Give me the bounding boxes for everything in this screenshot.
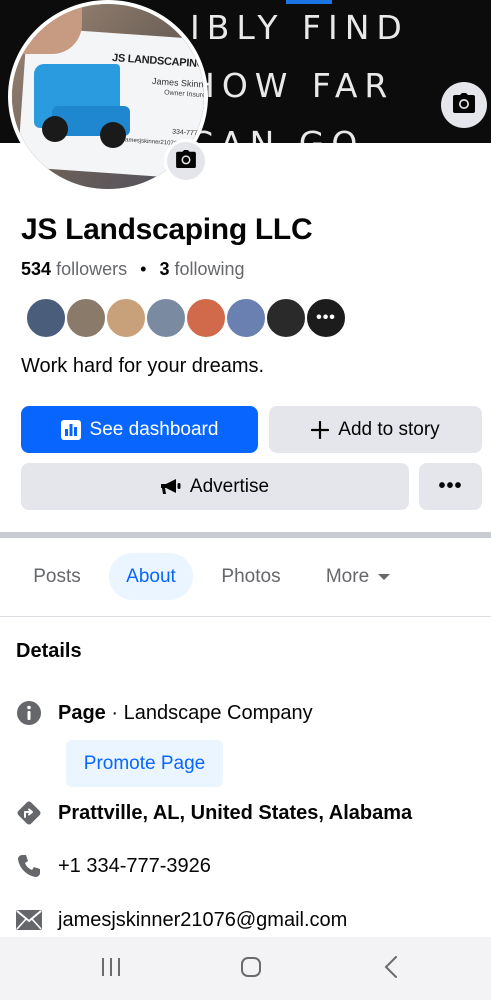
recents-icon xyxy=(100,957,122,982)
followers-label[interactable]: followers xyxy=(56,259,127,279)
directions-icon xyxy=(16,800,42,826)
advertise-label: Advertise xyxy=(189,475,270,497)
page-bio: Work hard for your dreams. xyxy=(21,355,265,377)
tab-photos[interactable]: Photos xyxy=(206,553,296,600)
camera-icon xyxy=(453,92,475,118)
see-dashboard-button[interactable]: See dashboard xyxy=(21,406,258,453)
promote-page-button[interactable]: Promote Page xyxy=(66,740,223,787)
follower-avatar[interactable] xyxy=(145,297,187,339)
megaphone-icon xyxy=(160,478,181,496)
follower-avatar[interactable] xyxy=(185,297,227,339)
page-type-label: Page xyxy=(58,701,106,724)
tab-about[interactable]: About xyxy=(109,553,193,600)
follower-avatar[interactable] xyxy=(225,297,267,339)
follower-avatar[interactable] xyxy=(25,297,67,339)
follower-avatar[interactable] xyxy=(105,297,147,339)
tab-more-label: More xyxy=(325,565,370,587)
edit-profile-picture-camera-button[interactable] xyxy=(164,139,208,183)
home-icon xyxy=(240,956,262,983)
hand-image xyxy=(12,4,82,54)
caret-down-icon xyxy=(378,573,391,581)
follower-avatar[interactable] xyxy=(65,297,107,339)
recents-button[interactable] xyxy=(96,956,126,982)
back-icon xyxy=(384,955,398,983)
envelope-icon xyxy=(16,907,42,933)
tabs-divider xyxy=(0,616,491,617)
info-icon xyxy=(16,700,42,726)
tab-posts[interactable]: Posts xyxy=(16,553,98,600)
cover-text-line-2: HOW FAR xyxy=(190,66,395,105)
see-dashboard-label: See dashboard xyxy=(89,418,219,440)
mower-wheel xyxy=(42,116,68,142)
page-category: Landscape Company xyxy=(123,701,313,724)
cover-text-line-1: IBLY FIND xyxy=(190,8,409,47)
detail-phone[interactable]: +1 334-777-3926 xyxy=(16,853,211,879)
system-navigation-bar xyxy=(0,937,491,1000)
status-accent-bar xyxy=(286,0,332,4)
follower-avatars[interactable]: ••• xyxy=(25,297,347,339)
follower-avatar[interactable] xyxy=(265,297,307,339)
plus-icon xyxy=(311,420,330,439)
followers-count[interactable]: 534 xyxy=(21,259,51,279)
stats-separator: • xyxy=(140,259,147,279)
bar-chart-icon xyxy=(60,419,81,440)
advertise-button[interactable]: Advertise xyxy=(21,463,409,510)
back-button[interactable] xyxy=(376,955,406,983)
edit-cover-camera-button[interactable] xyxy=(441,82,487,128)
phone-icon xyxy=(16,853,42,879)
detail-page-category: Page · Landscape Company xyxy=(16,700,313,726)
email-text: jamesjskinner21076@gmail.com xyxy=(58,908,348,931)
cover-text-line-3: CAN GO xyxy=(190,124,364,143)
section-divider xyxy=(0,532,491,538)
tab-more[interactable]: More xyxy=(310,553,406,600)
following-count[interactable]: 3 xyxy=(159,259,169,279)
follow-stats: 534 followers • 3 following xyxy=(21,259,245,280)
add-to-story-button[interactable]: Add to story xyxy=(269,406,482,453)
more-followers-button[interactable]: ••• xyxy=(305,297,347,339)
mower-wheel xyxy=(100,122,126,148)
details-heading: Details xyxy=(16,640,82,662)
profile-tabs: Posts About Photos More xyxy=(0,553,491,601)
page-type-separator: · xyxy=(105,701,124,724)
more-options-button[interactable]: ••• xyxy=(419,463,482,510)
home-button[interactable] xyxy=(236,956,266,982)
detail-email[interactable]: jamesjskinner21076@gmail.com xyxy=(16,907,347,933)
following-label[interactable]: following xyxy=(174,259,244,279)
page-title: JS Landscaping LLC xyxy=(21,213,313,246)
detail-location[interactable]: Prattville, AL, United States, Alabama xyxy=(16,800,412,826)
location-text: Prattville, AL, United States, Alabama xyxy=(58,801,413,824)
camera-icon xyxy=(176,149,196,173)
phone-text: +1 334-777-3926 xyxy=(58,854,211,877)
add-to-story-label: Add to story xyxy=(338,418,440,440)
